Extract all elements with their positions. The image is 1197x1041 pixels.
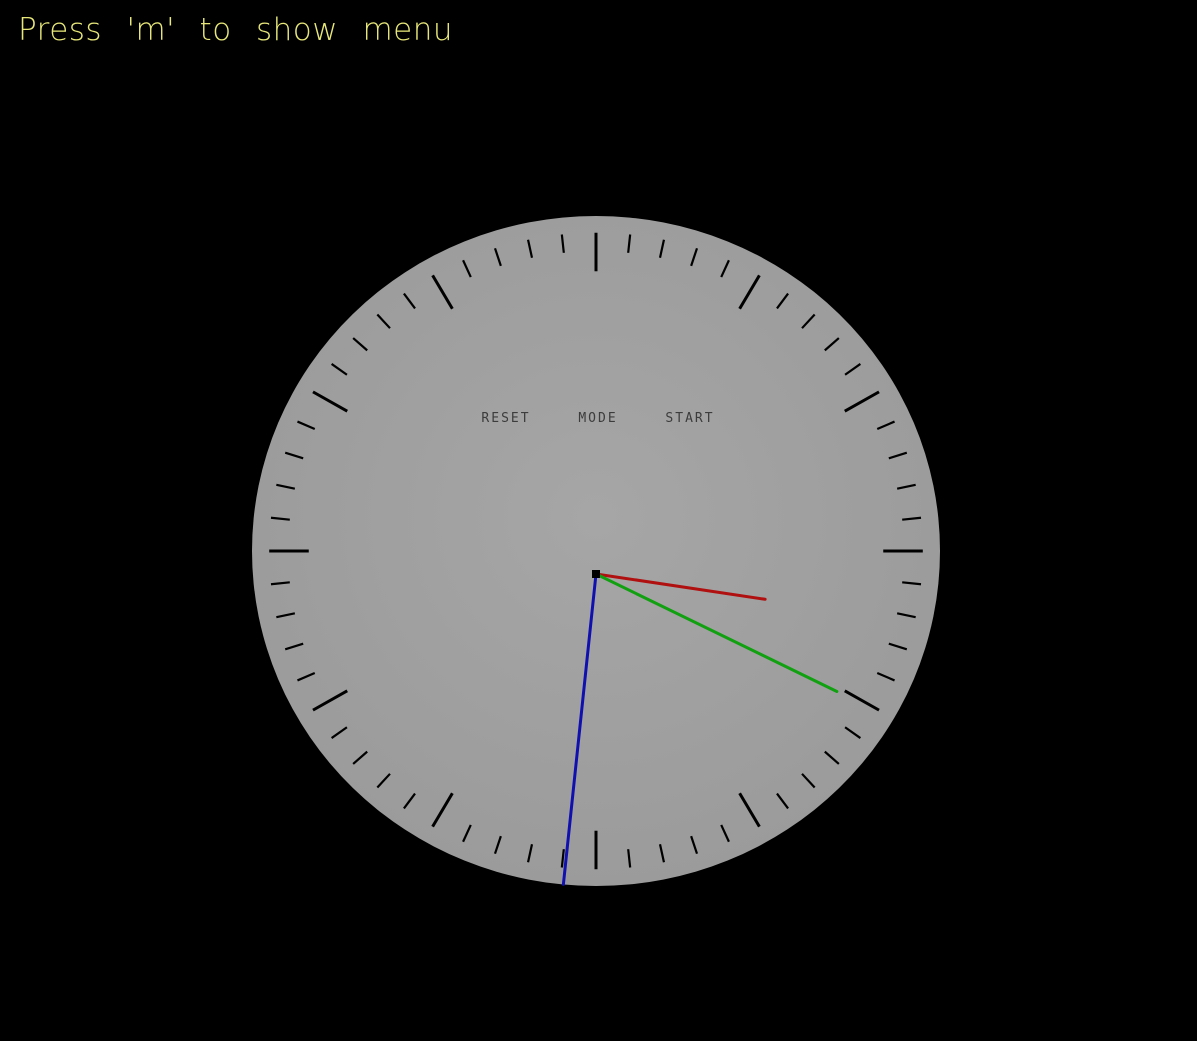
clock-center-pin bbox=[592, 570, 600, 578]
reset-button[interactable]: RESET bbox=[481, 411, 530, 426]
mode-button[interactable]: MODE bbox=[578, 411, 617, 426]
clock: RESET MODE START bbox=[252, 216, 940, 886]
clock-dial bbox=[252, 216, 940, 886]
start-button[interactable]: START bbox=[665, 411, 714, 426]
